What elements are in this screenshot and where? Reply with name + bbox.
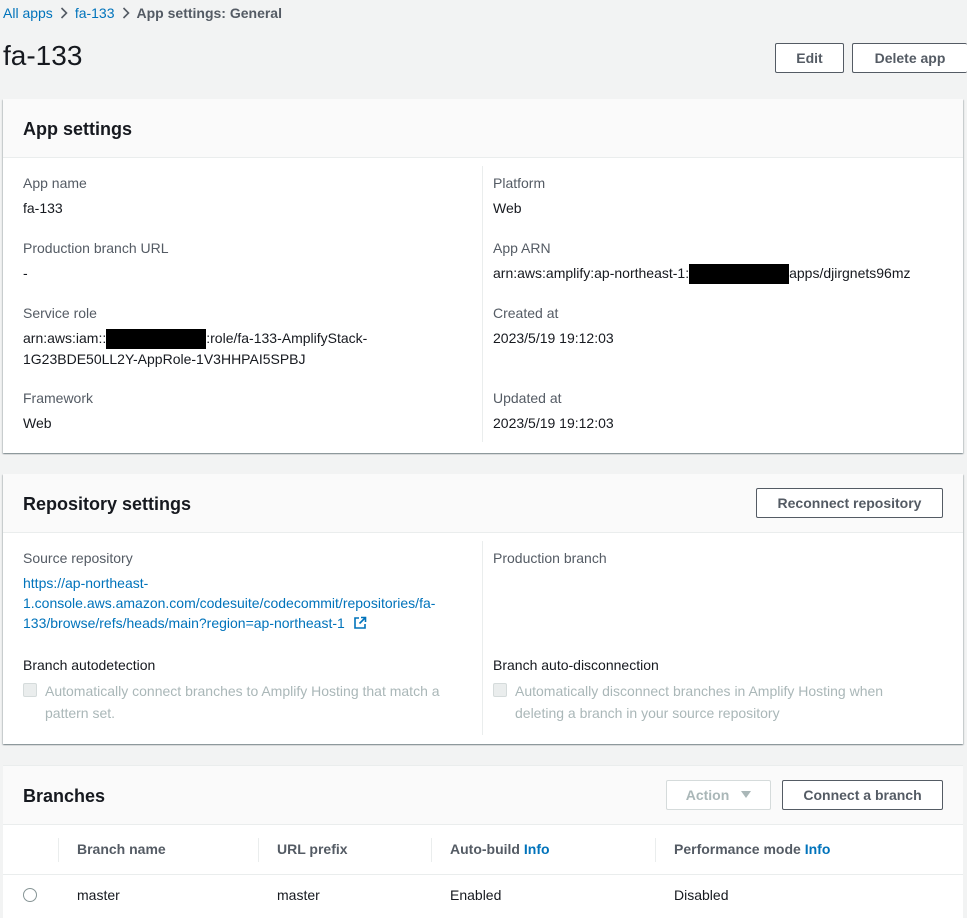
checkbox-label-line1: Automatically connect branches to Amplif… [45, 683, 440, 699]
column-separator [58, 838, 59, 862]
column-separator [258, 838, 259, 862]
connect-branch-button[interactable]: Connect a branch [782, 780, 943, 810]
framework-field: Framework Web [23, 388, 93, 433]
checkbox-label-line2: deleting a branch in your source reposit… [515, 705, 780, 721]
app-arn-suffix: apps/djirgnets96mz [789, 265, 911, 281]
chevron-right-icon [115, 7, 137, 19]
source-repository-label: Source repository [23, 550, 133, 566]
app-arn-label: App ARN [493, 240, 551, 256]
branches-panel: Branches Action Connect a branch Branch … [3, 765, 963, 918]
checkbox[interactable] [493, 683, 507, 697]
service-role-value: arn:aws:iam:::role/fa-133-AmplifyStack- … [23, 328, 367, 369]
source-repository-link-line1[interactable]: https://ap-northeast- [23, 575, 148, 591]
created-at-value: 2023/5/19 19:12:03 [493, 330, 614, 346]
source-repository-link[interactable]: https://ap-northeast- 1.console.aws.amaz… [23, 573, 435, 635]
checkbox-label-line1: Automatically disconnect branches in Amp… [515, 683, 884, 699]
prod-branch-url-label: Production branch URL [23, 240, 169, 256]
auto-build-info-link[interactable]: Info [524, 841, 550, 857]
branch-autodetection-checkbox[interactable]: Automatically connect branches to Amplif… [23, 680, 440, 724]
branch-autodisconnection-checkbox[interactable]: Automatically disconnect branches in Amp… [493, 680, 883, 724]
performance-mode-info-link[interactable]: Info [805, 841, 831, 857]
row-select-radio[interactable] [23, 888, 37, 902]
app-settings-title: App settings [23, 119, 133, 139]
framework-label: Framework [23, 390, 94, 406]
column-header-branch-name[interactable]: Branch name [77, 841, 166, 857]
branch-autodisconnection-checkbox-label: Automatically disconnect branches in Amp… [515, 680, 883, 724]
page-title: fa-133 [3, 40, 83, 71]
redacted-account-id [106, 329, 207, 350]
source-repository-field: Source repository https://ap-northeast- … [23, 548, 435, 635]
column-divider [482, 541, 483, 735]
updated-at-field: Updated at 2023/5/19 19:12:03 [493, 388, 614, 433]
prod-branch-url-value: - [23, 265, 28, 281]
action-dropdown-button[interactable]: Action [666, 780, 771, 810]
breadcrumb: All apps fa-133 App settings: General [3, 4, 282, 22]
app-arn-prefix: arn:aws:amplify:ap-northeast-1: [493, 265, 690, 281]
service-role-line2: 1G23BDE50LL2Y-AppRole-1V3HHPAI5SPBJ [23, 351, 306, 368]
repository-settings-title: Repository settings [23, 494, 192, 514]
url-prefix-cell: master [277, 887, 320, 903]
production-branch-label: Production branch [493, 550, 607, 566]
app-arn-value: arn:aws:amplify:ap-northeast-1: apps/djir… [493, 263, 911, 285]
repository-settings-panel: Repository settings Reconnect repository… [3, 474, 963, 744]
caret-down-icon [741, 791, 752, 799]
app-settings-panel: App settings App name fa-133 Production … [3, 99, 963, 453]
source-repository-link-line3[interactable]: 133/browse/refs/heads/main?region=ap-nor… [23, 615, 345, 631]
branch-autodisconnection-label: Branch auto-disconnection [493, 657, 659, 673]
column-header-auto-build[interactable]: Auto-build Info [450, 841, 550, 857]
breadcrumb-current: App settings: General [136, 5, 282, 21]
service-role-label: Service role [23, 305, 97, 321]
checkbox[interactable] [23, 683, 37, 697]
updated-at-value: 2023/5/19 19:12:03 [493, 415, 614, 431]
app-settings-header: App settings [3, 99, 963, 158]
service-role-field: Service role arn:aws:iam:::role/fa-133-A… [23, 303, 367, 369]
platform-value: Web [493, 200, 522, 216]
branch-autodetection-checkbox-label: Automatically connect branches to Amplif… [45, 680, 440, 724]
branch-name-cell: master [77, 887, 120, 903]
framework-value: Web [23, 415, 52, 431]
external-link-icon[interactable] [353, 615, 367, 635]
delete-app-button[interactable]: Delete app [852, 43, 967, 73]
branches-table-header: Branch name URL prefix Auto-build Info P… [3, 825, 963, 875]
breadcrumb-all-apps[interactable]: All apps [3, 5, 53, 21]
branch-autodetection-label: Branch autodetection [23, 657, 156, 673]
service-role-prefix: arn:aws:iam:: [23, 330, 107, 346]
chevron-right-icon [53, 7, 75, 19]
column-separator [431, 838, 432, 862]
platform-field: Platform Web [493, 173, 545, 218]
breadcrumb-app[interactable]: fa-133 [75, 5, 115, 21]
edit-button[interactable]: Edit [775, 43, 844, 73]
checkbox-label-line2: pattern set. [45, 705, 116, 721]
created-at-field: Created at 2023/5/19 19:12:03 [493, 303, 614, 348]
prod-branch-url-field: Production branch URL - [23, 238, 169, 283]
performance-mode-label: Performance mode [674, 841, 801, 857]
column-separator [655, 838, 656, 862]
branch-autodisconnection-field: Branch auto-disconnection [493, 655, 659, 675]
source-repository-link-line2[interactable]: 1.console.aws.amazon.com/codesuite/codec… [23, 595, 435, 611]
app-name-field: App name fa-133 [23, 173, 87, 218]
app-name-label: App name [23, 175, 87, 191]
action-label: Action [685, 787, 730, 803]
auto-build-label: Auto-build [450, 841, 520, 857]
performance-mode-cell: Disabled [674, 887, 729, 903]
branches-title: Branches [23, 786, 106, 806]
branch-autodetection-field: Branch autodetection [23, 655, 155, 675]
column-header-performance-mode[interactable]: Performance mode Info [674, 841, 830, 857]
production-branch-field: Production branch [493, 548, 607, 568]
app-arn-field: App ARN arn:aws:amplify:ap-northeast-1: a… [493, 238, 911, 285]
redacted-account-id [689, 264, 790, 285]
app-name-value: fa-133 [23, 200, 63, 216]
platform-label: Platform [493, 175, 546, 191]
created-at-label: Created at [493, 305, 559, 321]
reconnect-repository-button[interactable]: Reconnect repository [756, 488, 943, 518]
column-header-url-prefix[interactable]: URL prefix [277, 841, 348, 857]
updated-at-label: Updated at [493, 390, 562, 406]
service-role-suffix: :role/fa-133-AmplifyStack- [206, 330, 368, 346]
column-divider [482, 166, 483, 442]
auto-build-cell: Enabled [450, 887, 502, 903]
